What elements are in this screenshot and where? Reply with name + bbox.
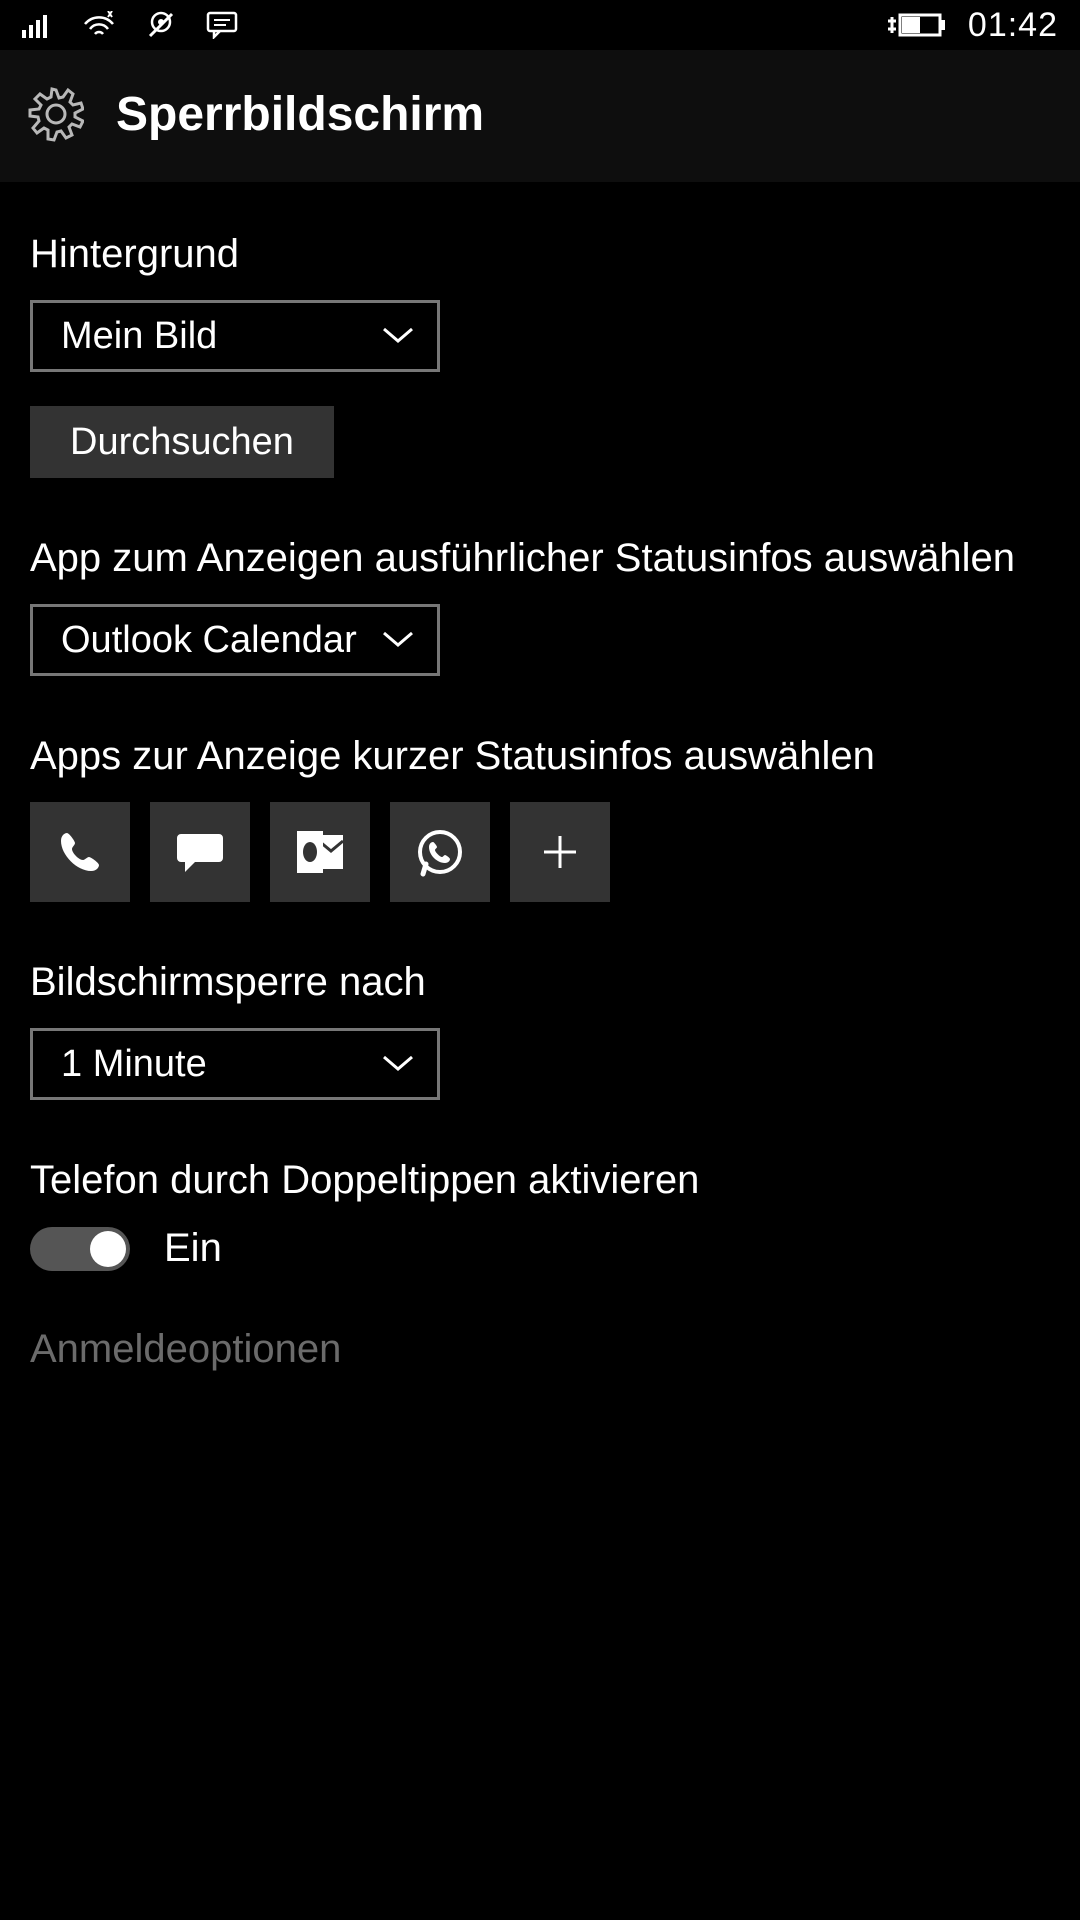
phone-icon <box>55 827 105 877</box>
doubletap-label: Telefon durch Doppeltippen aktivieren <box>30 1156 1050 1204</box>
browse-button[interactable]: Durchsuchen <box>30 406 334 478</box>
gear-icon <box>28 86 84 142</box>
status-clock: 01:42 <box>968 6 1058 45</box>
detailed-status-select[interactable]: Outlook Calendar <box>30 604 440 676</box>
quick-app-add[interactable] <box>510 802 610 902</box>
browse-button-label: Durchsuchen <box>70 421 294 464</box>
chevron-down-icon <box>381 326 415 346</box>
background-select[interactable]: Mein Bild <box>30 300 440 372</box>
timeout-label: Bildschirmsperre nach <box>30 958 1050 1006</box>
quick-app-messaging[interactable] <box>150 802 250 902</box>
location-off-icon <box>146 10 176 40</box>
signin-options-link[interactable]: Anmeldeoptionen <box>30 1327 1050 1372</box>
wifi-icon <box>82 11 116 39</box>
outlook-icon <box>295 829 345 875</box>
quick-status-label: Apps zur Anzeige kurzer Statusinfos ausw… <box>30 732 1050 780</box>
chevron-down-icon <box>381 630 415 650</box>
status-bar: 01:42 <box>0 0 1080 50</box>
section-background: Hintergrund Mein Bild Durchsuchen <box>30 230 1050 478</box>
whatsapp-icon <box>415 827 465 877</box>
toggle-knob <box>90 1231 126 1267</box>
detailed-status-label: App zum Anzeigen ausführlicher Statusinf… <box>30 534 1050 582</box>
doubletap-state: Ein <box>164 1226 222 1271</box>
background-select-value: Mein Bild <box>61 315 217 358</box>
detailed-status-value: Outlook Calendar <box>61 619 357 662</box>
section-timeout: Bildschirmsperre nach 1 Minute <box>30 958 1050 1100</box>
page-title: Sperrbildschirm <box>116 87 484 142</box>
section-quick-status: Apps zur Anzeige kurzer Statusinfos ausw… <box>30 732 1050 902</box>
timeout-select[interactable]: 1 Minute <box>30 1028 440 1100</box>
quick-app-phone[interactable] <box>30 802 130 902</box>
battery-charging-icon <box>888 11 946 39</box>
section-detailed-status: App zum Anzeigen ausführlicher Statusinf… <box>30 534 1050 676</box>
quick-app-outlook[interactable] <box>270 802 370 902</box>
timeout-value: 1 Minute <box>61 1043 207 1086</box>
plus-icon <box>540 832 580 872</box>
page-header: Sperrbildschirm <box>0 50 1080 182</box>
signal-icon <box>22 12 52 38</box>
doubletap-toggle[interactable] <box>30 1227 130 1271</box>
quick-app-whatsapp[interactable] <box>390 802 490 902</box>
message-icon <box>206 11 238 39</box>
chevron-down-icon <box>381 1054 415 1074</box>
section-doubletap: Telefon durch Doppeltippen aktivieren Ei… <box>30 1156 1050 1271</box>
chat-icon <box>175 828 225 876</box>
background-label: Hintergrund <box>30 230 1050 278</box>
